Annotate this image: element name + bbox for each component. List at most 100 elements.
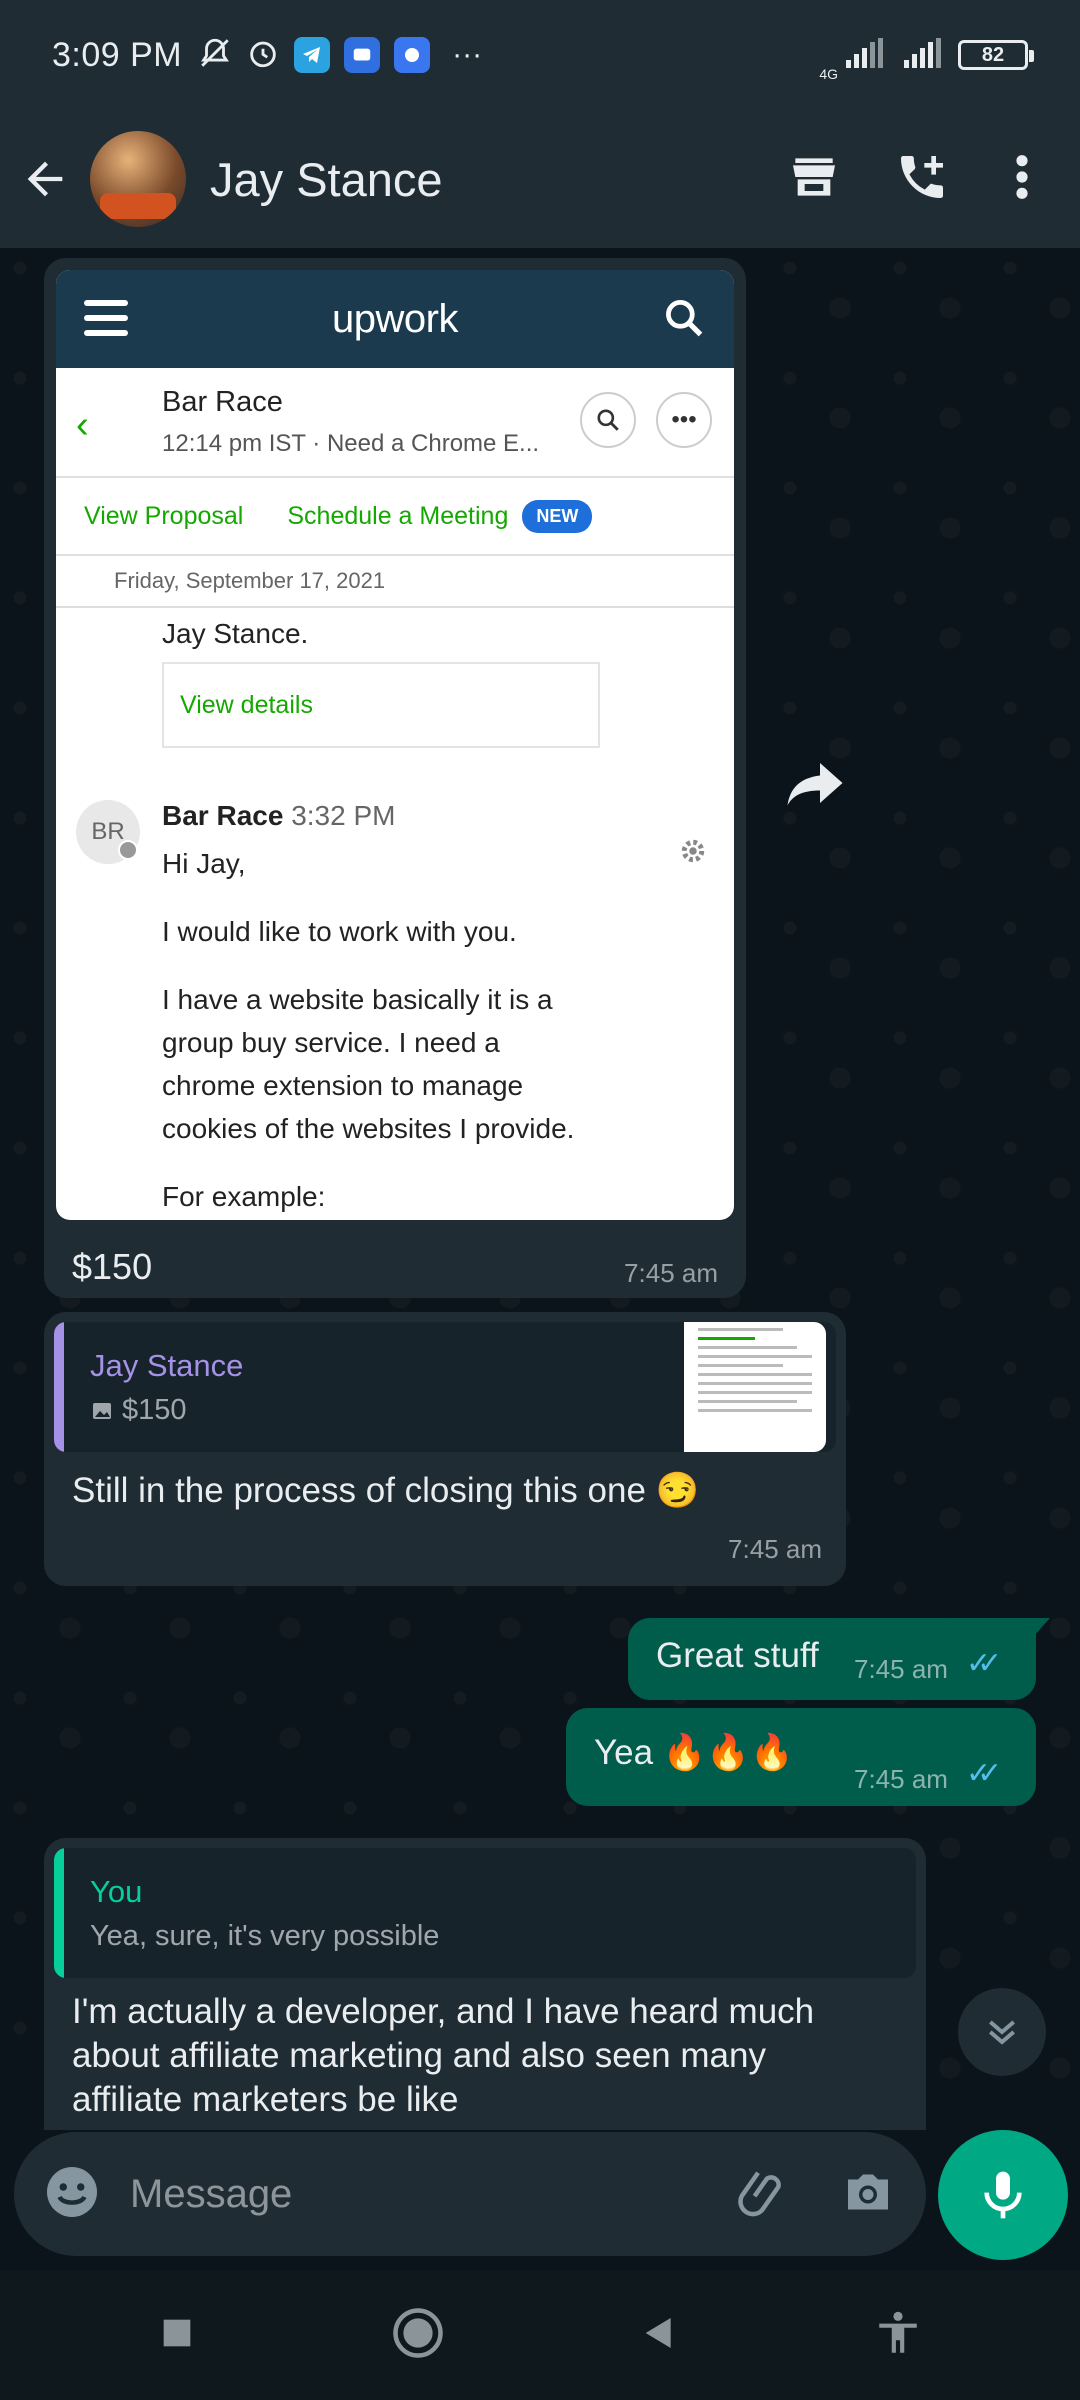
divider: [56, 606, 734, 608]
message-text: Yea 🔥🔥🔥: [594, 1733, 794, 1772]
status-time: 3:09 PM: [52, 35, 183, 74]
quote-author: Jay Stance: [90, 1348, 244, 1383]
camera-icon: [848, 2174, 888, 2209]
emoji-button[interactable]: [42, 2162, 102, 2227]
quoted-message[interactable]: Jay Stance $150: [54, 1322, 836, 1452]
quote-author: You: [90, 1874, 143, 1909]
catalog-button[interactable]: [786, 149, 842, 210]
forward-button[interactable]: [770, 738, 860, 828]
message-time: 7:45 am: [624, 1258, 718, 1288]
kebab-menu-icon: [1016, 154, 1028, 199]
read-ticks-icon: ✓✓: [966, 1757, 1002, 1790]
quote-text: $150: [122, 1394, 187, 1426]
sender-time: 3:32 PM: [291, 800, 396, 831]
quote-preview: Yea, sure, it's very possible: [90, 1920, 439, 1953]
message-line: I have a website basically it is a: [162, 984, 553, 1015]
room-header: ‹ Bar Race 12:14 pm IST · Need a Chrome …: [56, 368, 734, 478]
alarm-icon: [246, 36, 280, 75]
outgoing-message[interactable]: Great stuff 7:45 am ✓✓: [628, 1618, 1050, 1700]
store-icon: [793, 157, 835, 196]
scroll-to-bottom-button[interactable]: [958, 1988, 1046, 2076]
photo-icon: [93, 1402, 111, 1419]
back-nav-button[interactable]: [639, 2313, 679, 2358]
more-options-button[interactable]: [1002, 149, 1042, 210]
message-time: 7:45 am: [854, 1654, 948, 1684]
paperclip-icon: [738, 2170, 781, 2216]
message-text: Great stuff: [656, 1636, 819, 1675]
battery-indicator: 82: [958, 40, 1034, 70]
attach-button[interactable]: [734, 2162, 794, 2227]
message-line: chrome extension to manage: [162, 1070, 524, 1101]
upwork-topbar: upwork: [56, 270, 734, 368]
cell-signal-icon: [842, 37, 886, 73]
shared-screenshot[interactable]: upwork ‹ Bar Race 12:14 pm IST · Need a …: [56, 270, 734, 1220]
accessibility-button[interactable]: [873, 2308, 923, 2363]
image-message[interactable]: upwork ‹ Bar Race 12:14 pm IST · Need a …: [44, 258, 746, 1298]
mute-bell-icon: [198, 36, 232, 75]
emoji-icon: [47, 2166, 97, 2217]
square-icon: [163, 2319, 191, 2346]
room-subtitle: 12:14 pm IST · Need a Chrome E...: [162, 430, 540, 457]
back-button[interactable]: [0, 129, 90, 229]
camera-button[interactable]: [838, 2162, 898, 2227]
forward-icon: [787, 763, 843, 806]
chat-messages[interactable]: upwork ‹ Bar Race 12:14 pm IST · Need a …: [0, 248, 1080, 2130]
add-call-button[interactable]: [894, 149, 950, 210]
system-nav-bar: [0, 2270, 1080, 2400]
view-proposal-link: View Proposal: [84, 501, 244, 530]
schedule-meeting-link: Schedule a Meeting: [287, 501, 509, 530]
reply-message[interactable]: Jay Stance $150 Still in the process of …: [44, 1312, 846, 1586]
search-circle-icon: [580, 392, 636, 448]
quote-preview: $150: [90, 1394, 187, 1427]
header-actions: [786, 149, 1080, 210]
signal-icon: [394, 37, 431, 73]
contact-name[interactable]: Jay Stance: [210, 152, 443, 207]
gear-icon: [678, 836, 708, 874]
sender-name: Bar Race: [162, 800, 284, 831]
hamburger-icon: [84, 300, 128, 336]
more-notifications: ···: [452, 38, 483, 71]
avatar-initials: BR: [91, 818, 125, 845]
messages-icon: [344, 37, 381, 73]
upwork-logo: upwork: [332, 296, 458, 341]
triangle-back-icon: [645, 2317, 671, 2348]
message-line: I would like to work with you.: [162, 916, 517, 947]
microphone-icon: [984, 2171, 1022, 2219]
message-time: 7:45 am: [854, 1764, 948, 1794]
outgoing-message[interactable]: Yea 🔥🔥🔥 7:45 am ✓✓: [566, 1708, 1036, 1806]
ellipsis-circle-icon: •••: [656, 392, 712, 448]
message-composer: Message: [14, 2132, 926, 2256]
quoted-message[interactable]: You Yea, sure, it's very possible: [54, 1848, 916, 1978]
message-line: cookies of the websites I provide.: [162, 1113, 575, 1144]
status-bar: 3:09 PM ··· 4G 82: [0, 0, 1080, 110]
circle-icon: [393, 2307, 443, 2358]
cell-signal-2-icon: [900, 37, 944, 73]
network-type: 4G: [819, 66, 838, 82]
new-badge: NEW: [522, 499, 593, 533]
message-line: group buy service. I need a: [162, 1027, 500, 1058]
incoming-message[interactable]: You Yea, sure, it's very possible I'm ac…: [44, 1838, 926, 2130]
accessibility-icon: [879, 2311, 917, 2353]
voice-message-button[interactable]: [938, 2130, 1068, 2260]
message-text: Still in the process of closing this one…: [72, 1471, 700, 1510]
notification-icons: ···: [198, 36, 482, 75]
message-text: I'm actually a developer, and I have hea…: [72, 1992, 815, 2119]
message-input[interactable]: Message: [130, 2172, 734, 2217]
contact-avatar[interactable]: [90, 131, 186, 227]
double-chevron-down-icon: [989, 2020, 1015, 2045]
view-details-label: View details: [180, 690, 313, 719]
recents-button[interactable]: [157, 2313, 197, 2358]
back-arrow-icon: [27, 161, 63, 197]
phone-plus-icon: [901, 155, 943, 198]
image-caption: $150: [72, 1246, 153, 1287]
prev-sender: Jay Stance.: [162, 618, 309, 649]
quote-text: Yea, sure, it's very possible: [90, 1920, 440, 1952]
chat-header: Jay Stance: [0, 110, 1080, 248]
room-title: Bar Race: [162, 386, 283, 418]
home-button[interactable]: [391, 2306, 445, 2365]
chevron-left-icon: ‹: [76, 404, 89, 446]
status-right: 4G 82: [819, 29, 1034, 82]
sender-line: Bar Race 3:32 PM: [162, 800, 395, 832]
view-details-box: View details: [162, 662, 600, 748]
quote-bar: [54, 1322, 64, 1452]
